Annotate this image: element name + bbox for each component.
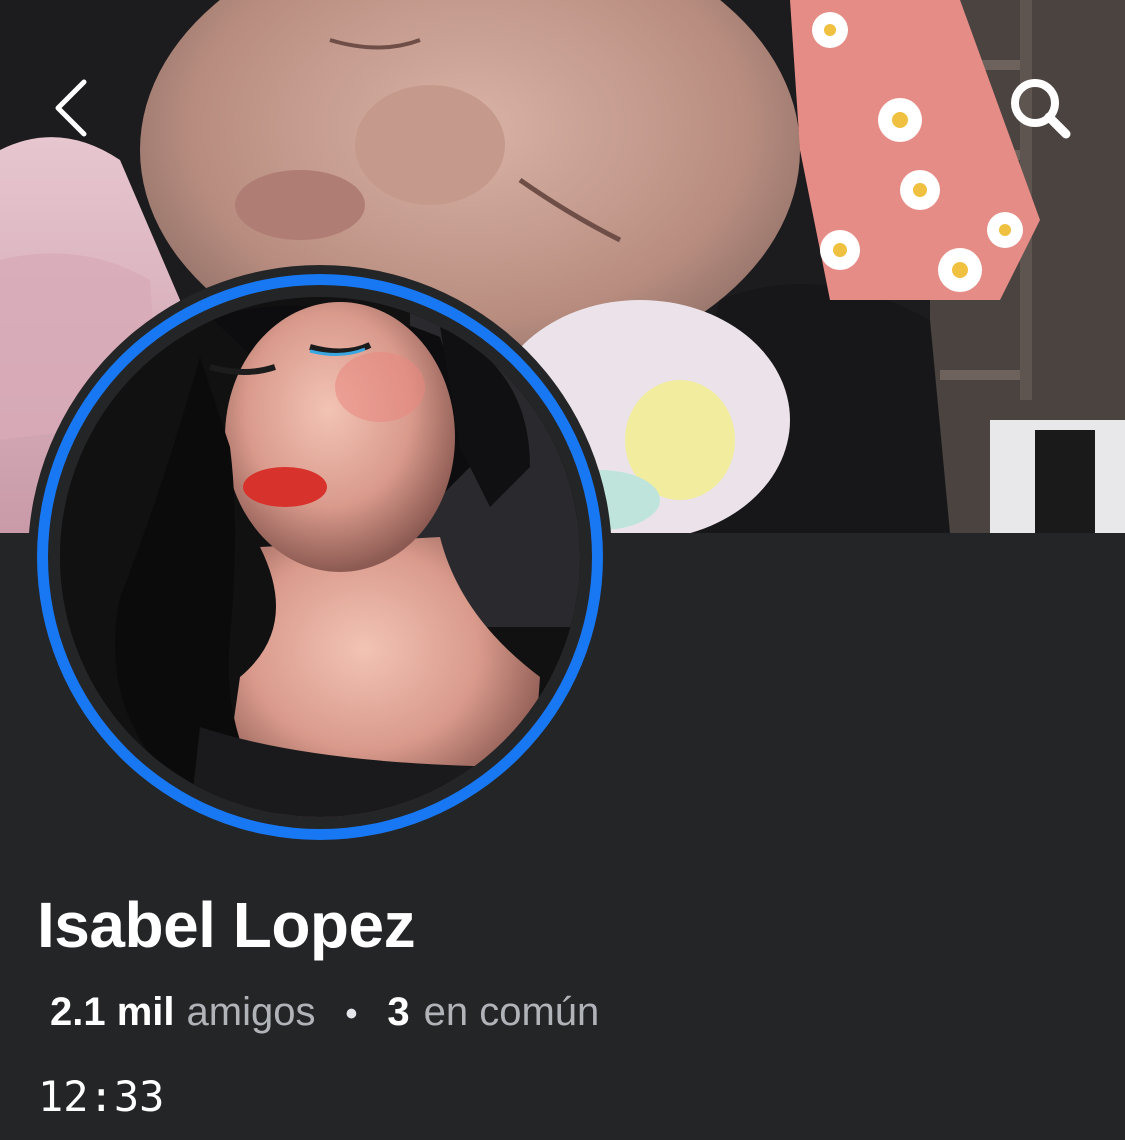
friends-count: 2.1 mil bbox=[50, 990, 175, 1034]
chevron-left-icon bbox=[48, 76, 92, 145]
search-icon bbox=[1008, 76, 1072, 145]
search-button[interactable] bbox=[1000, 70, 1080, 150]
mutual-label: en común bbox=[423, 990, 600, 1034]
back-button[interactable] bbox=[30, 70, 110, 150]
profile-picture[interactable] bbox=[60, 297, 580, 817]
friends-stats[interactable]: 2.1 mil amigos • 3 en común bbox=[50, 990, 599, 1035]
separator-dot: • bbox=[345, 995, 358, 1033]
time-text: 12:33 bbox=[38, 1072, 165, 1121]
mutual-count: 3 bbox=[387, 990, 410, 1034]
friends-label: amigos bbox=[186, 990, 316, 1034]
profile-name: Isabel Lopez bbox=[37, 889, 416, 961]
